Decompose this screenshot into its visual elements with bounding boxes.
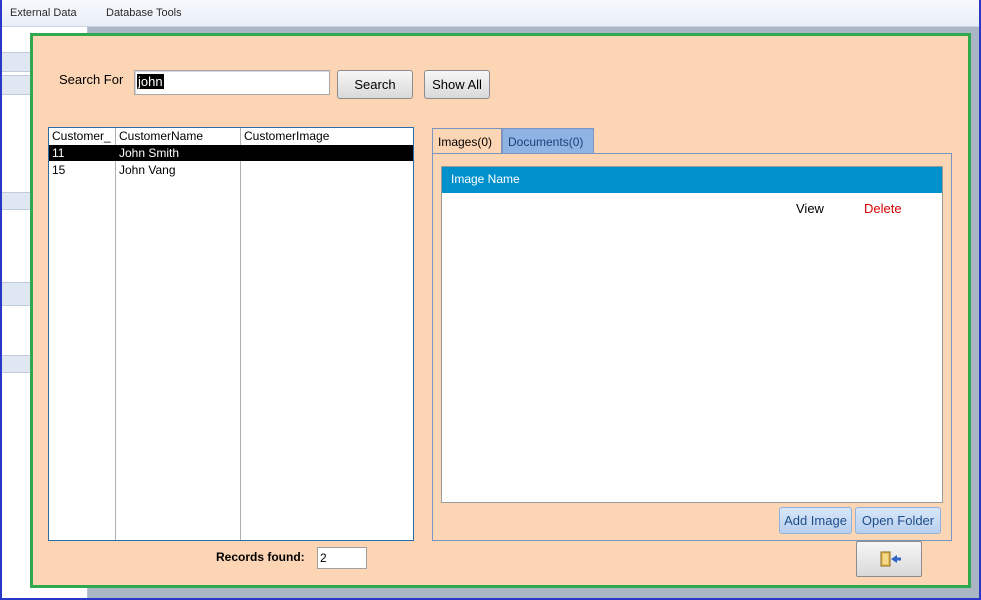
nav-pane-group[interactable] [0,75,30,95]
show-all-button[interactable]: Show All [424,70,490,99]
ribbon-tab-external-data[interactable]: External Data [10,7,77,19]
column-header-customer-image: CustomerImage [244,129,330,143]
tab-page-images: Image Name View Delete Add Image Open Fo… [432,153,952,541]
list-row-selected[interactable]: 11 John Smith [49,145,413,161]
search-button[interactable]: Search [337,70,413,99]
search-input[interactable]: john [134,70,330,95]
customer-name-cell: John Vang [119,163,176,177]
records-found-field[interactable]: 2 [317,547,367,569]
column-header-customer-id: Customer_ [52,129,111,143]
search-label: Search For [59,72,124,87]
delete-link[interactable]: Delete [864,201,902,216]
column-divider [115,128,116,540]
list-row[interactable]: 15 John Vang [49,162,413,178]
nav-pane-group[interactable] [0,52,30,72]
nav-pane-group[interactable] [0,192,30,210]
customer-id-cell: 11 [52,146,65,160]
exit-door-icon [880,551,901,567]
customer-id-cell: 15 [52,163,66,177]
tab-documents[interactable]: Documents(0) [502,128,594,154]
image-name-header: Image Name [442,167,942,193]
search-input-value[interactable]: john [137,74,164,89]
ribbon-tab-database-tools[interactable]: Database Tools [106,7,182,19]
column-divider [240,128,241,540]
ribbon-bar: External Data Database Tools [0,0,981,27]
column-header-customer-name: CustomerName [119,129,204,143]
open-folder-button[interactable]: Open Folder [855,507,941,534]
nav-pane-group[interactable] [0,282,30,306]
nav-pane-group[interactable] [0,355,30,373]
customer-name-cell: John Smith [119,146,180,160]
images-subform: Image Name View Delete [441,166,943,503]
exit-button[interactable] [856,541,922,577]
add-image-button[interactable]: Add Image [779,507,852,534]
records-found-label: Records found: [216,550,305,564]
customer-list[interactable]: Customer_ CustomerName CustomerImage 11 … [48,127,414,541]
view-link[interactable]: View [796,201,824,216]
customer-search-form: Search For john Search Show All Customer… [30,33,971,588]
tab-images[interactable]: Images(0) [432,128,502,154]
list-header: Customer_ CustomerName CustomerImage [49,128,413,144]
